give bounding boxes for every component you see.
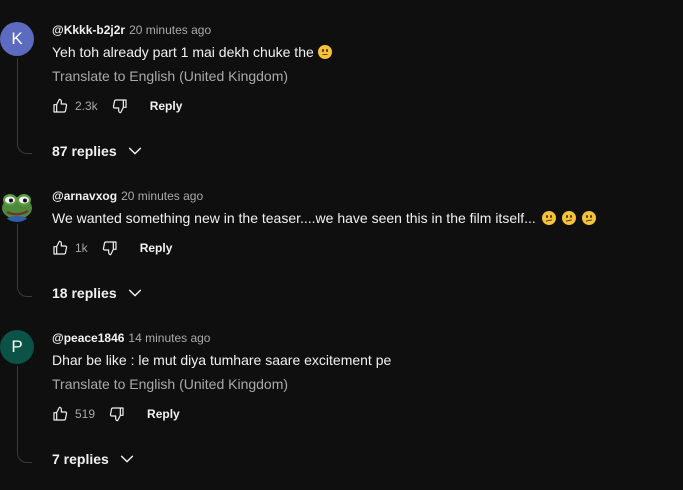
confused-face-emoji-icon xyxy=(581,211,596,225)
thumbs-down-icon xyxy=(102,241,117,256)
reply-button[interactable]: Reply xyxy=(150,99,183,113)
dislike-button[interactable] xyxy=(109,406,125,422)
reply-button[interactable]: Reply xyxy=(147,407,180,421)
avatar[interactable] xyxy=(0,188,34,222)
thread-line xyxy=(17,366,32,463)
thread-line xyxy=(17,224,32,297)
comment-text: Yeh toh already part 1 mai dekh chuke th… xyxy=(52,44,332,60)
comment-text-body: Yeh toh already part 1 mai dekh chuke th… xyxy=(52,44,314,60)
author-name[interactable]: @peace1846 xyxy=(52,331,124,345)
like-button[interactable] xyxy=(52,240,68,256)
like-count: 519 xyxy=(75,407,96,421)
translate-link[interactable]: Translate to English (United Kingdom) xyxy=(52,376,288,392)
avatar[interactable]: P xyxy=(0,330,34,364)
timestamp[interactable]: 20 minutes ago xyxy=(129,23,211,37)
timestamp[interactable]: 20 minutes ago xyxy=(121,189,203,203)
sad-face-emoji-icon xyxy=(317,45,332,59)
like-button[interactable] xyxy=(52,98,68,114)
replies-count: 18 replies xyxy=(52,285,117,301)
chevron-down-icon xyxy=(127,143,143,159)
thumbs-up-icon xyxy=(53,406,68,421)
chevron-down-icon xyxy=(127,285,143,301)
like-count: 1k xyxy=(75,241,88,255)
comment-actions: 1k Reply xyxy=(52,238,172,258)
comment-header: @arnavxog 20 minutes ago xyxy=(52,189,203,203)
replies-toggle[interactable]: 18 replies xyxy=(52,285,143,301)
timestamp[interactable]: 14 minutes ago xyxy=(128,331,210,345)
thumbs-up-icon xyxy=(53,98,68,113)
translate-link[interactable]: Translate to English (United Kingdom) xyxy=(52,68,288,84)
comment-text-body: We wanted something new in the teaser...… xyxy=(52,210,536,226)
thumbs-up-icon xyxy=(53,240,68,255)
thread-line xyxy=(17,58,32,154)
avatar-letter: K xyxy=(11,29,23,48)
replies-toggle[interactable]: 87 replies xyxy=(52,143,143,159)
replies-count: 87 replies xyxy=(52,143,117,159)
confused-face-emoji-icon xyxy=(561,211,576,225)
reply-button[interactable]: Reply xyxy=(140,241,173,255)
replies-count: 7 replies xyxy=(52,451,109,467)
pepe-frog-avatar-icon xyxy=(2,194,32,222)
comment-text: Dhar be like : le mut diya tumhare saare… xyxy=(52,352,391,368)
author-name[interactable]: @arnavxog xyxy=(52,189,117,203)
like-button[interactable] xyxy=(52,406,68,422)
chevron-down-icon xyxy=(119,451,135,467)
dislike-button[interactable] xyxy=(112,98,128,114)
comment-text: We wanted something new in the teaser...… xyxy=(52,210,596,226)
comment-actions: 519 Reply xyxy=(52,404,180,424)
replies-toggle[interactable]: 7 replies xyxy=(52,451,135,467)
comment-actions: 2.3k Reply xyxy=(52,96,182,116)
dislike-button[interactable] xyxy=(102,240,118,256)
thumbs-down-icon xyxy=(112,99,127,114)
avatar-letter: P xyxy=(11,337,23,356)
thumbs-down-icon xyxy=(109,407,124,422)
comment-header: @peace1846 14 minutes ago xyxy=(52,331,210,345)
author-name[interactable]: @Kkkk-b2j2r xyxy=(52,23,125,37)
like-count: 2.3k xyxy=(75,99,98,113)
comment-header: @Kkkk-b2j2r 20 minutes ago xyxy=(52,23,211,37)
comment-text-body: Dhar be like : le mut diya tumhare saare… xyxy=(52,352,392,368)
confused-face-emoji-icon xyxy=(541,211,556,225)
avatar[interactable]: K xyxy=(0,22,34,56)
